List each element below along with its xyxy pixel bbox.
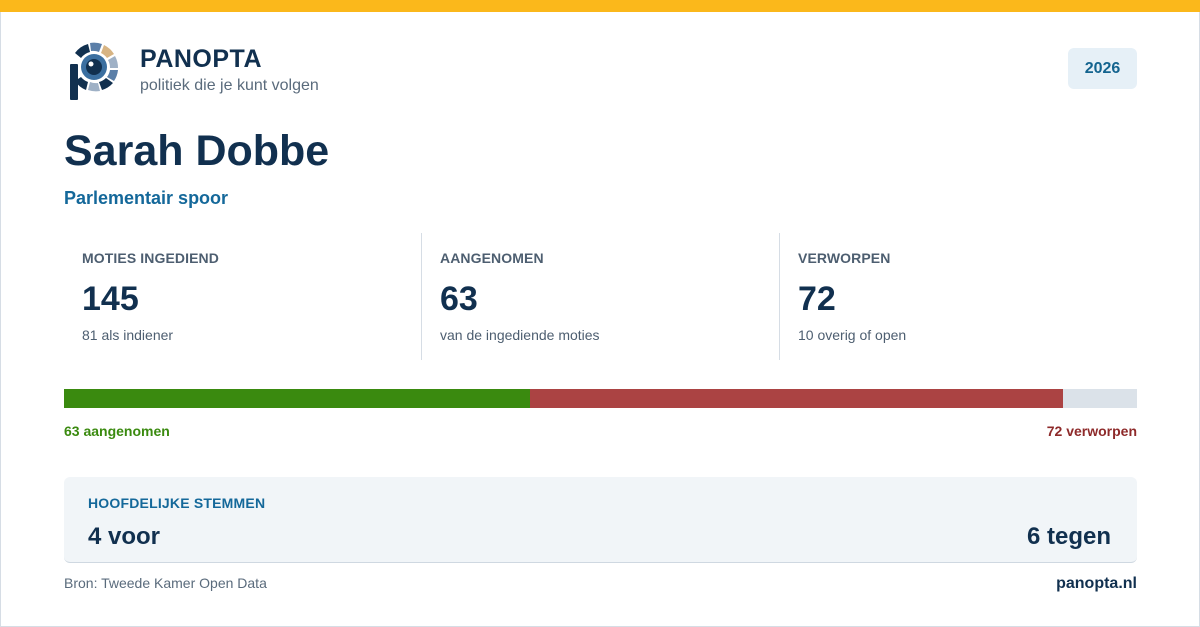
stats-row: MOTIES INGEDIEND 145 81 als indiener AAN… [64, 233, 1137, 360]
stat-value: 145 [82, 280, 139, 318]
bar-label-aangenomen: 63 aangenomen [64, 423, 170, 439]
person-subtitle: Parlementair spoor [64, 188, 229, 208]
stat-moties-ingediend: MOTIES INGEDIEND 145 81 als indiener [64, 233, 421, 360]
accent-top-bar [0, 0, 1200, 12]
year-badge: 2026 [1068, 48, 1137, 89]
stat-aangenomen: AANGENOMEN 63 van de ingediende moties [421, 233, 779, 360]
panopta-eye-logo-icon [70, 42, 119, 100]
motion-outcome-bar [64, 389, 1137, 408]
votes-for: 4 voor [88, 523, 161, 550]
brand-name: PANOPTA [140, 45, 263, 73]
stat-verworpen: VERWORPEN 72 10 overig of open [779, 233, 1137, 360]
brand-tagline: politiek die je kunt volgen [140, 77, 319, 94]
person-name: Sarah Dobbe [64, 127, 330, 175]
stat-label: AANGENOMEN [440, 250, 544, 266]
bar-label-verworpen: 72 verworpen [1046, 423, 1137, 439]
votes-against: 6 tegen [1026, 523, 1111, 550]
votes-label: HOOFDELIJKE STEMMEN [88, 495, 266, 511]
bar-segment-aangenomen [64, 389, 531, 408]
stat-value: 72 [798, 280, 836, 318]
bar-segment-verworpen [530, 389, 1063, 408]
source-note: Bron: Tweede Kamer Open Data [64, 575, 267, 591]
stat-note: van de ingediende moties [440, 327, 600, 343]
brand-header: PANOPTA politiek die je kunt volgen [64, 40, 319, 102]
stat-value: 63 [440, 280, 478, 318]
stat-label: VERWORPEN [798, 250, 891, 266]
stat-note: 81 als indiener [82, 327, 174, 343]
roll-call-votes-panel: HOOFDELIJKE STEMMEN 4 voor 6 tegen [64, 477, 1137, 563]
stat-label: MOTIES INGEDIEND [82, 250, 219, 266]
site-link[interactable]: panopta.nl [1056, 575, 1137, 593]
stat-note: 10 overig of open [798, 327, 907, 343]
